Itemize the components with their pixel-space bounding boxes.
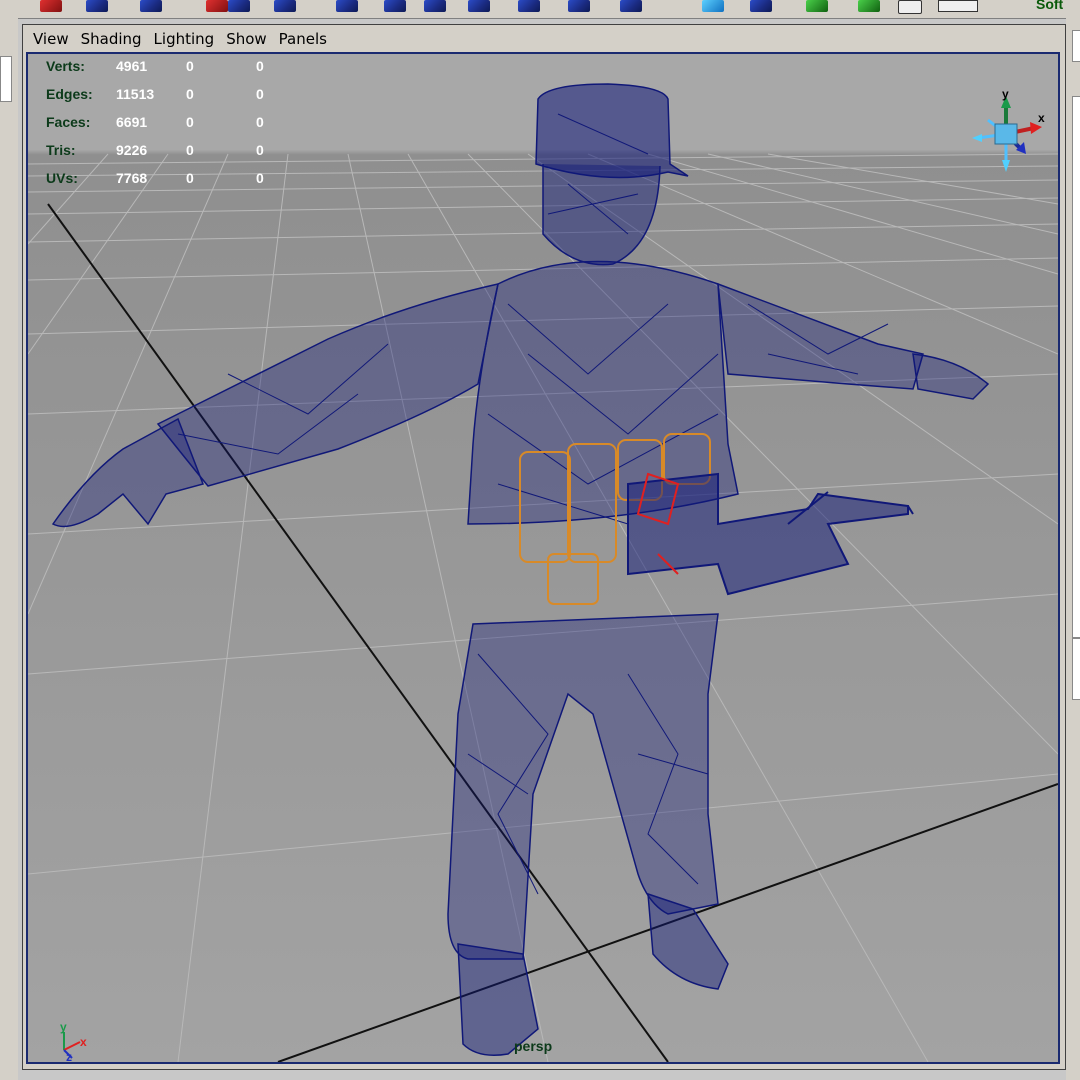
shelf-tool-icon[interactable] [702, 0, 724, 12]
viewport-panel: View Shading Lighting Show Panels Verts:… [22, 24, 1066, 1070]
right-pane [1072, 96, 1080, 638]
shelf-tool-icon[interactable] [518, 0, 540, 12]
shelf-tool-icon[interactable] [336, 0, 358, 12]
axis-x-label: x [80, 1035, 87, 1049]
shelf-tool-icon[interactable] [858, 0, 880, 12]
view-cube-y-label: y [1002, 90, 1009, 101]
hud-label: Edges: [46, 86, 93, 102]
hud-label: Tris: [46, 142, 76, 158]
left-pane [0, 56, 12, 102]
shelf-tool-icon[interactable] [568, 0, 590, 12]
hud-value: 0 [186, 58, 194, 74]
axis-z-label: z [66, 1050, 72, 1062]
hud-label: Faces: [46, 114, 91, 130]
shelf-tool-icon[interactable] [206, 0, 228, 12]
hud-value: 0 [256, 58, 264, 74]
left-panel-strip [0, 18, 18, 1080]
axis-y-label: y [60, 1020, 67, 1034]
origin-axis-icon: y x z [60, 1020, 87, 1062]
view-cube-x-label: x [1038, 111, 1045, 125]
shelf-tool-icon[interactable] [140, 0, 162, 12]
hud-value: 0 [256, 142, 264, 158]
shelf-field[interactable] [938, 0, 978, 12]
menu-lighting[interactable]: Lighting [154, 30, 215, 48]
hud-value: 9226 [116, 142, 148, 158]
camera-name-label: persp [514, 1038, 553, 1054]
shelf-tool-icon[interactable] [424, 0, 446, 12]
right-pane [1072, 638, 1080, 700]
hud-value: 0 [256, 114, 264, 130]
menu-show[interactable]: Show [226, 30, 266, 48]
shelf-tool-icon[interactable] [806, 0, 828, 12]
shelf-tool-icon[interactable] [898, 0, 922, 14]
right-pane [1072, 30, 1080, 62]
shelf-tool-icon[interactable] [620, 0, 642, 12]
hud-value: 0 [256, 86, 264, 102]
hud-value: 0 [186, 170, 194, 186]
menu-shading[interactable]: Shading [81, 30, 142, 48]
hud-value: 0 [186, 114, 194, 130]
hud-value: 6691 [116, 114, 148, 130]
panel-menubar: View Shading Lighting Show Panels [27, 27, 333, 51]
hud-value: 0 [256, 170, 264, 186]
hud-label: Verts: [46, 58, 85, 74]
shelf-tool-icon[interactable] [384, 0, 406, 12]
view-cube-icon[interactable]: y x [968, 90, 1048, 180]
perspective-viewport[interactable]: Verts: 4961 0 0 Edges: 11513 0 0 Faces: … [26, 52, 1060, 1064]
scene-canvas[interactable] [28, 54, 1058, 1062]
hud-value: 0 [186, 86, 194, 102]
menu-view[interactable]: View [33, 30, 69, 48]
hud-value: 4961 [116, 58, 148, 74]
right-panel-strip [1066, 18, 1080, 1080]
hud-value: 0 [186, 142, 194, 158]
shelf-tool-icon[interactable] [750, 0, 772, 12]
shelf-tool-icon[interactable] [274, 0, 296, 12]
shelf-toolbar: Soft [0, 0, 1080, 19]
hud-label: UVs: [46, 170, 78, 186]
shelf-tool-icon[interactable] [86, 0, 108, 12]
shelf-tool-icon[interactable] [40, 0, 62, 12]
shelf-soft-label[interactable]: Soft [1036, 0, 1063, 12]
hud-value: 7768 [116, 170, 148, 186]
shelf-tool-icon[interactable] [468, 0, 490, 12]
hud-value: 11513 [116, 86, 155, 102]
shelf-tool-icon[interactable] [228, 0, 250, 12]
menu-panels[interactable]: Panels [279, 30, 327, 48]
